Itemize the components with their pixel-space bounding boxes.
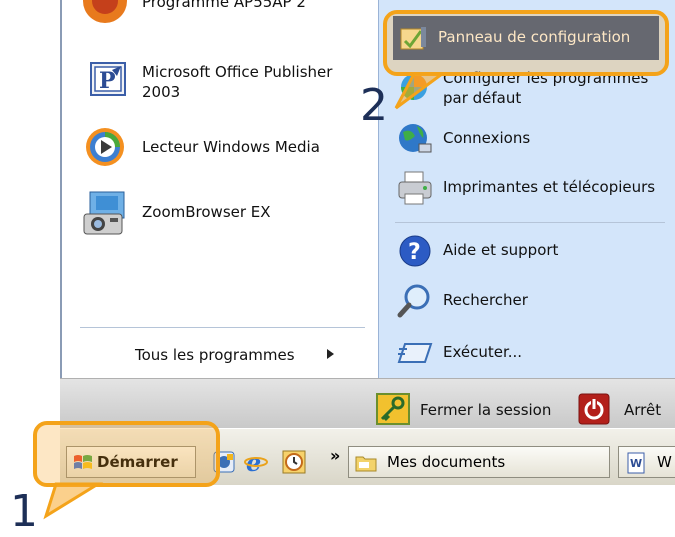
search-icon — [397, 283, 433, 323]
callout-pointer-2 — [394, 72, 447, 110]
left-separator — [80, 327, 365, 328]
step-number-1: 1 — [10, 486, 38, 537]
callout-pointer-1 — [43, 482, 104, 520]
logoff-button[interactable]: Fermer la session — [376, 392, 566, 426]
svg-text:P: P — [99, 68, 116, 94]
publisher-icon: P — [90, 62, 126, 100]
all-programs-label: Tous les programmes — [135, 346, 295, 364]
taskbar-mes-documents[interactable]: Mes documents — [348, 446, 610, 478]
program-item-label: Programme AP55AP 2 — [142, 0, 306, 11]
program-item-publisher[interactable]: P Microsoft Office Publisher 2003 — [80, 60, 370, 104]
windows-media-player-icon — [84, 126, 126, 172]
firefox-like-icon — [80, 0, 130, 28]
printers-label: Imprimantes et télécopieurs — [443, 178, 656, 196]
right-separator — [395, 222, 665, 223]
taskbar-word-window[interactable]: W W — [618, 446, 675, 478]
word-doc-icon: W — [625, 452, 647, 478]
svg-text:W: W — [630, 457, 642, 470]
default-programs-label-line2: par défaut — [443, 89, 522, 107]
shutdown-label: Arrêt — [624, 401, 662, 419]
zoombrowser-icon — [82, 190, 130, 242]
arrow-right-icon — [327, 349, 334, 359]
help-icon: ? — [398, 234, 432, 272]
run-item[interactable]: Exécuter... — [393, 335, 668, 371]
network-connections-icon — [397, 122, 433, 160]
callout-highlight-start — [33, 421, 220, 487]
help-support-item[interactable]: ? Aide et support — [393, 232, 668, 268]
callout-highlight-control-panel — [383, 10, 669, 76]
logoff-label: Fermer la session — [420, 401, 552, 419]
printer-icon — [397, 170, 435, 210]
taskbar-mes-documents-label: Mes documents — [387, 453, 506, 471]
svg-text:?: ? — [408, 240, 421, 265]
program-item-windows-media[interactable]: Lecteur Windows Media — [80, 124, 370, 168]
quicklaunch-clock-icon[interactable] — [282, 450, 306, 478]
power-icon — [578, 393, 610, 429]
search-item[interactable]: Rechercher — [393, 282, 668, 318]
svg-text:e: e — [246, 450, 261, 474]
quicklaunch-ie-icon[interactable]: e — [244, 448, 268, 478]
program-item-zoombrowser[interactable]: ZoomBrowser EX — [80, 188, 370, 238]
connections-item[interactable]: Connexions — [393, 120, 668, 156]
taskbar-chevron[interactable]: » — [330, 446, 340, 465]
program-item-ap55ap[interactable]: Programme AP55AP 2 — [80, 0, 370, 24]
run-icon — [397, 341, 435, 369]
program-item-label: ZoomBrowser EX — [142, 203, 271, 221]
shutdown-button[interactable]: Arrêt — [578, 392, 675, 426]
taskbar-word-label: W — [657, 453, 672, 471]
program-item-label: Lecteur Windows Media — [142, 138, 320, 156]
all-programs-button[interactable]: Tous les programmes — [135, 342, 355, 368]
folder-icon — [355, 453, 377, 477]
connections-label: Connexions — [443, 129, 531, 147]
program-item-label-line1: Microsoft Office Publisher — [142, 63, 333, 81]
program-item-label-line2: 2003 — [142, 83, 181, 101]
key-icon — [376, 393, 410, 429]
search-label: Rechercher — [443, 291, 528, 309]
help-support-label: Aide et support — [443, 241, 559, 259]
run-label: Exécuter... — [443, 343, 523, 361]
printers-item[interactable]: Imprimantes et télécopieurs — [393, 168, 668, 208]
step-number-2: 2 — [360, 80, 388, 131]
